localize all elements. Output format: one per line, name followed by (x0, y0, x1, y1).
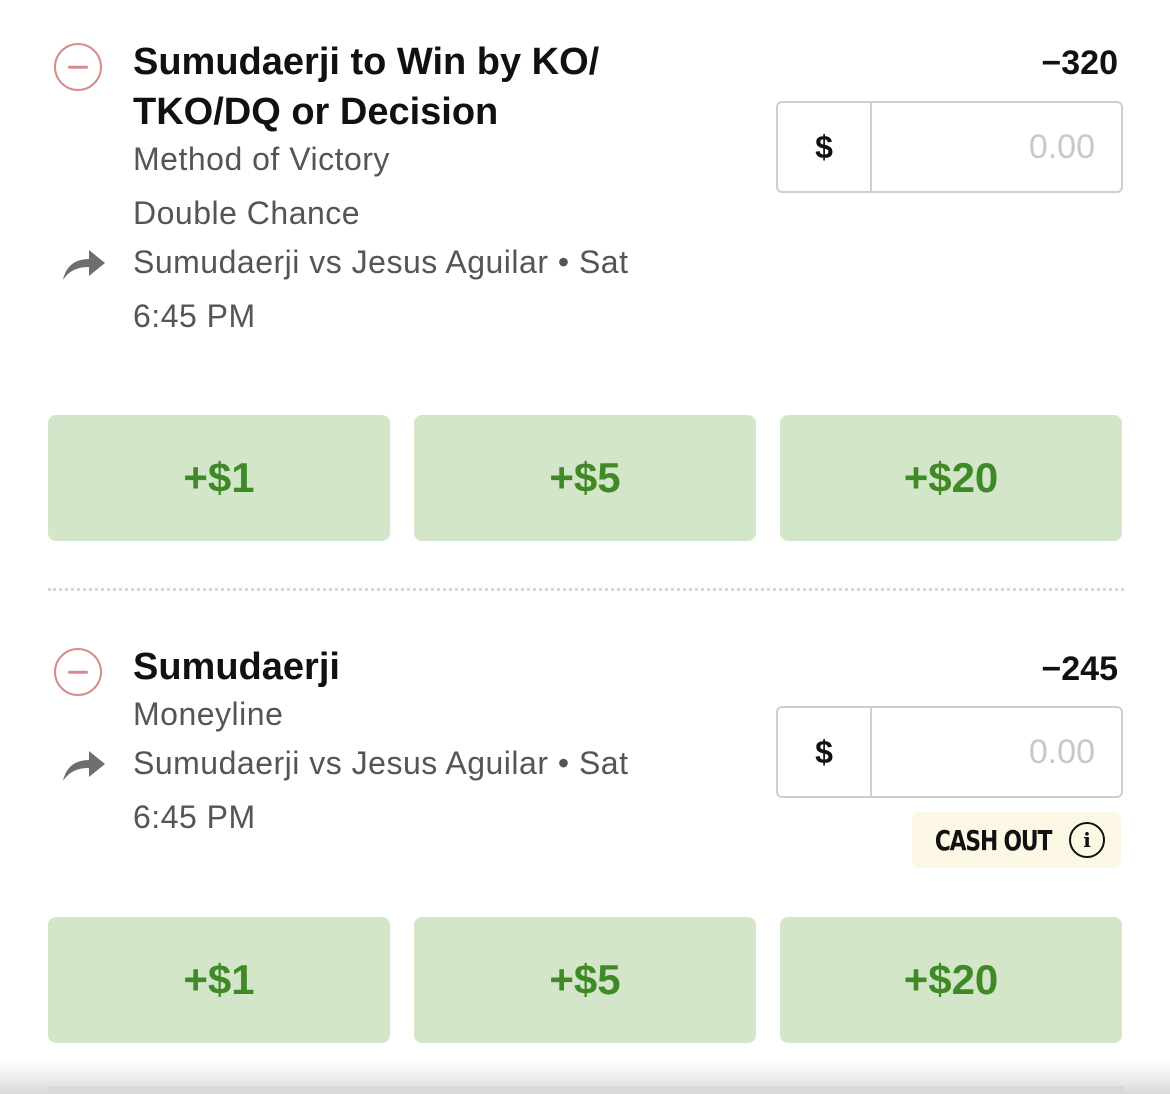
quick-add-1-button[interactable]: +$1 (48, 415, 390, 541)
stake-input[interactable] (872, 103, 1121, 191)
sub-market-name: Double Chance (133, 195, 361, 231)
event-matchup: Sumudaerji vs Jesus Aguilar • Sat (133, 244, 629, 280)
stake-input-group[interactable]: $ (776, 706, 1123, 798)
quick-add-1-button[interactable]: +$1 (48, 917, 390, 1043)
odds-value: −245 (1041, 650, 1118, 688)
selection-title: Sumudaerji to Win by KO/ TKO/DQ or Decis… (133, 37, 599, 137)
share-arrow-icon[interactable] (60, 745, 108, 785)
quick-add-20-button[interactable]: +$20 (780, 415, 1122, 541)
selection-title-line-2: TKO/DQ or Decision (133, 91, 499, 133)
quick-add-5-button[interactable]: +$5 (414, 415, 756, 541)
cash-out-badge[interactable]: CASH OUT i (912, 812, 1121, 868)
share-arrow-icon[interactable] (60, 244, 108, 284)
market-name: Moneyline (133, 696, 284, 732)
market-name: Method of Victory (133, 141, 390, 177)
event-matchup: Sumudaerji vs Jesus Aguilar • Sat (133, 745, 629, 781)
bottom-divider (48, 1086, 1124, 1094)
quick-add-5-button[interactable]: +$5 (414, 917, 756, 1043)
currency-symbol: $ (778, 103, 872, 191)
quick-add-20-button[interactable]: +$20 (780, 917, 1122, 1043)
selection-title: Sumudaerji (133, 646, 340, 688)
currency-symbol: $ (778, 708, 872, 796)
odds-value: −320 (1041, 44, 1118, 82)
remove-circle-icon (68, 670, 88, 674)
quick-add-row: +$1 +$5 +$20 (48, 415, 1122, 541)
remove-bet-button[interactable] (54, 648, 102, 696)
remove-bet-button[interactable] (54, 43, 102, 91)
selection-title-line-1: Sumudaerji to Win by KO/ (133, 41, 600, 83)
info-icon[interactable]: i (1069, 822, 1105, 858)
event-info: Sumudaerji vs Jesus Aguilar • Sat 6:45 P… (133, 736, 733, 844)
cash-out-label: CASH OUT (934, 823, 1053, 857)
stake-input-group[interactable]: $ (776, 101, 1123, 193)
stake-input[interactable] (872, 708, 1121, 796)
bet-divider (48, 588, 1124, 591)
event-time: 6:45 PM (133, 799, 256, 835)
event-info: Sumudaerji vs Jesus Aguilar • Sat 6:45 P… (133, 235, 733, 343)
bet-slip-item: Sumudaerji to Win by KO/ TKO/DQ or Decis… (0, 0, 1170, 580)
remove-circle-icon (68, 65, 88, 69)
event-time: 6:45 PM (133, 298, 256, 334)
quick-add-row: +$1 +$5 +$20 (48, 917, 1122, 1043)
